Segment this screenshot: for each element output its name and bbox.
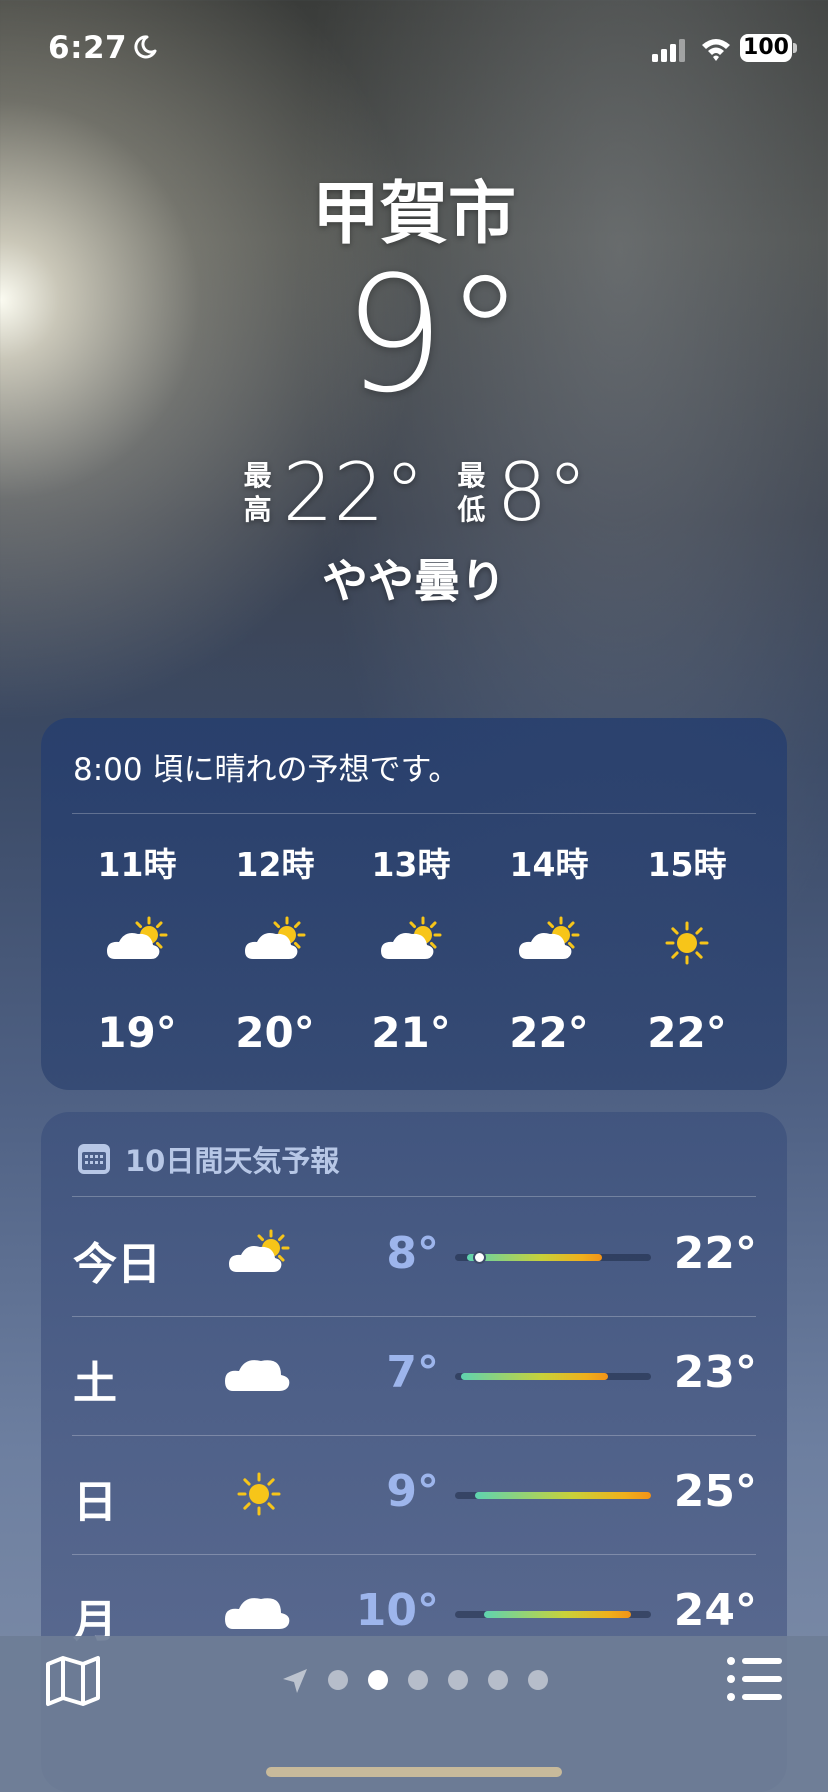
hourly-divider [72, 813, 756, 814]
page-dot[interactable] [368, 1670, 388, 1690]
day-high-temperature: 23° [673, 1347, 757, 1398]
day-name: 土 [73, 1358, 117, 1409]
current-temp-marker [472, 1251, 486, 1264]
hour-temperature: 20° [235, 1008, 315, 1057]
sun-icon [237, 1472, 281, 1516]
high-temperature: 22° [282, 446, 425, 539]
hour-icon-wrap [77, 914, 197, 972]
day-high-temperature: 24° [673, 1585, 757, 1636]
page-dot[interactable] [408, 1670, 428, 1690]
hour-temperature: 19° [97, 1008, 177, 1057]
high-low: 最 高 22° 最 低 8° [0, 448, 828, 538]
temperature-range-bar [455, 1611, 651, 1618]
hour-icon-wrap [627, 914, 747, 972]
temperature-range-fill [460, 1373, 608, 1380]
low-label: 最 低 [454, 459, 488, 527]
temperature-range-fill [474, 1492, 651, 1499]
hour-label: 14時 [509, 845, 589, 884]
cloud-icon [225, 1360, 290, 1391]
weather-condition: やや曇り [322, 554, 506, 608]
home-indicator [266, 1767, 562, 1777]
daily-divider [72, 1196, 756, 1197]
hour-temperature: 21° [371, 1008, 451, 1057]
hour-icon-wrap [489, 914, 609, 972]
day-name: 日 [73, 1477, 117, 1528]
battery-indicator: 100 [740, 34, 792, 62]
temperature-range-bar [455, 1492, 651, 1499]
partly-sunny-icon [245, 916, 306, 959]
partly-sunny-icon [107, 916, 168, 959]
day-low-temperature: 7° [386, 1347, 439, 1398]
high-label-text: 最 高 [243, 459, 272, 526]
hourly-summary: 8:00 頃に晴れの予想です。 [73, 752, 460, 788]
hour-label: 11時 [97, 845, 177, 884]
cloud-icon [225, 1598, 290, 1629]
hour-label: 15時 [647, 845, 727, 884]
wifi-icon [702, 39, 730, 61]
calendar-icon [78, 1144, 110, 1174]
day-low-temperature: 9° [386, 1466, 439, 1517]
day-low-temperature: 8° [386, 1228, 439, 1279]
low-label-text: 最 低 [457, 459, 486, 526]
temperature-range-bar [455, 1251, 651, 1264]
ten-day-title: 10日間天気予報 [125, 1144, 340, 1178]
day-low-temperature: 10° [355, 1585, 439, 1636]
hour-label: 13時 [371, 845, 451, 884]
hour-label: 12時 [235, 845, 315, 884]
day-row[interactable]: 今日 8° 22° [41, 1198, 787, 1317]
low-temperature: 8° [496, 446, 588, 539]
ten-day-header: 10日間天気予報 [77, 1138, 339, 1180]
hour-temperature: 22° [647, 1008, 727, 1057]
day-high-temperature: 22° [673, 1228, 757, 1279]
partly-sunny-icon [519, 916, 580, 959]
day-high-temperature: 25° [673, 1466, 757, 1517]
moon-icon [134, 35, 157, 59]
current-temperature: 9° [343, 241, 525, 428]
page-dot[interactable] [448, 1670, 468, 1690]
page-dot[interactable] [328, 1670, 348, 1690]
page-dot[interactable] [488, 1670, 508, 1690]
day-row[interactable]: 日 9° 25° [41, 1436, 787, 1555]
day-row[interactable]: 土 7° 23° [41, 1317, 787, 1436]
map-icon[interactable] [44, 1654, 102, 1708]
partly-sunny-icon [381, 916, 442, 959]
day-icon-wrap [221, 1226, 297, 1286]
hour-temperature: 22° [509, 1008, 589, 1057]
day-name: 今日 [73, 1239, 161, 1290]
high-label: 最 高 [241, 459, 275, 527]
location-arrow-icon[interactable] [280, 1666, 310, 1696]
temperature-range-fill [466, 1254, 602, 1261]
temperature-range-fill [484, 1611, 632, 1618]
status-time: 6:27 [48, 30, 128, 66]
hourly-forecast-card[interactable]: 8:00 頃に晴れの予想です。 11時 19° 12時 20° 13時 21° 14時 22°… [41, 718, 787, 1090]
cellular-signal-icon [652, 39, 685, 62]
day-icon-wrap [221, 1464, 297, 1524]
sun-icon [665, 921, 709, 965]
day-icon-wrap [221, 1345, 297, 1405]
partly-sunny-icon [229, 1229, 290, 1272]
temperature-range-bar [455, 1373, 651, 1380]
hour-icon-wrap [351, 914, 471, 972]
hour-icon-wrap [215, 914, 335, 972]
battery-tip [793, 43, 797, 53]
day-icon-wrap [221, 1583, 297, 1643]
list-icon[interactable] [726, 1656, 782, 1702]
page-dot[interactable] [528, 1670, 548, 1690]
